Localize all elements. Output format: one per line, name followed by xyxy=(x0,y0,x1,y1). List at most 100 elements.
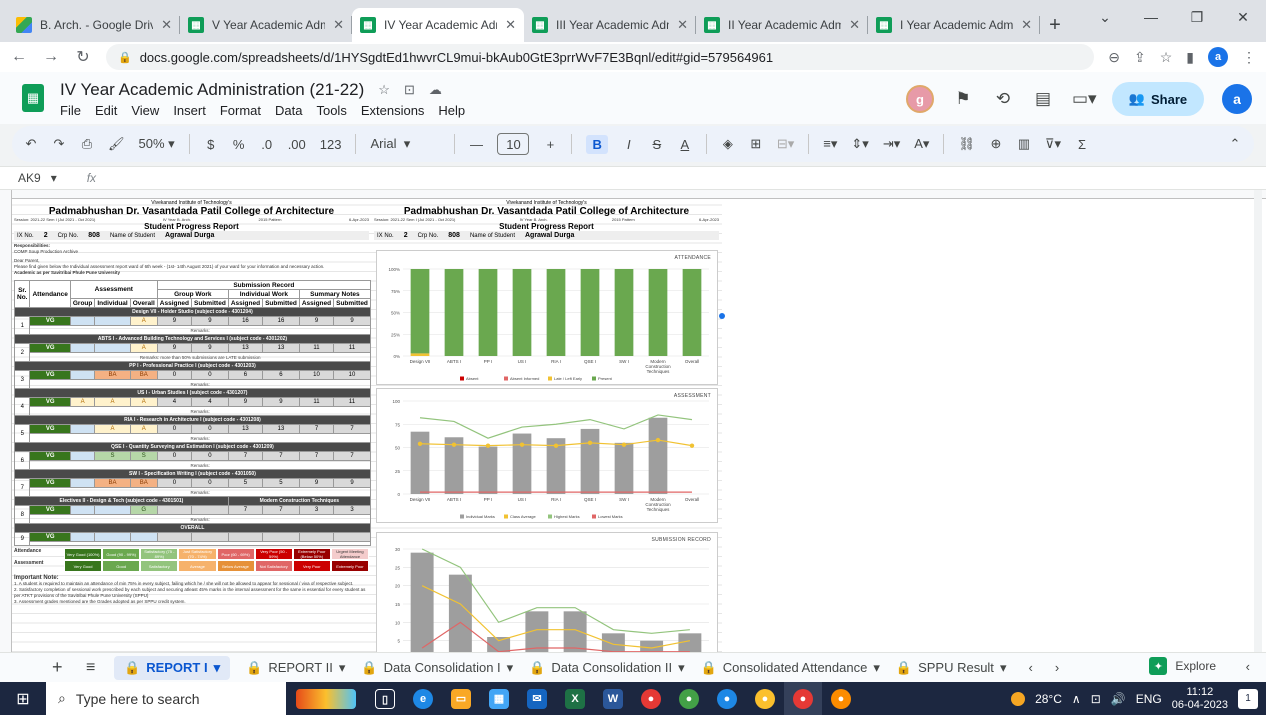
bold-button[interactable]: B xyxy=(586,134,608,154)
menu-extensions[interactable]: Extensions xyxy=(361,103,425,118)
version-history-icon[interactable]: ⟲ xyxy=(992,89,1014,109)
menu-tools[interactable]: Tools xyxy=(316,103,346,118)
decrease-font-size-button[interactable]: — xyxy=(469,137,483,152)
windows-start-icon[interactable]: ⊞ xyxy=(0,682,46,715)
account-avatar[interactable]: a xyxy=(1222,84,1252,114)
clock[interactable]: 11:12 06-04-2023 xyxy=(1172,686,1228,712)
volume-icon[interactable]: 🔊 xyxy=(1111,692,1126,706)
chevron-down-icon[interactable]: ▾ xyxy=(507,660,514,676)
explore-button[interactable]: ✦ Explore xyxy=(1149,657,1216,675)
increase-font-size-button[interactable]: + xyxy=(543,137,557,152)
insert-link-icon[interactable]: ⛓ xyxy=(958,136,975,152)
close-tab-icon[interactable]: ✕ xyxy=(161,17,172,33)
file-explorer-icon[interactable]: ▭ xyxy=(442,682,480,715)
language-indicator[interactable]: ENG xyxy=(1136,692,1162,706)
font-size-field[interactable]: 10 xyxy=(497,133,530,155)
chevron-down-icon[interactable]: ▾ xyxy=(214,660,221,676)
menu-data[interactable]: Data xyxy=(275,103,302,118)
selection-handle[interactable] xyxy=(719,313,725,319)
chrome-profile-5-icon[interactable]: ● xyxy=(784,682,822,715)
present-icon[interactable]: ⚑ xyxy=(952,89,974,109)
document-title[interactable]: IV Year Academic Administration (21-22) xyxy=(60,80,364,100)
italic-button[interactable]: I xyxy=(622,137,636,152)
row-headers[interactable] xyxy=(0,190,12,652)
add-sheet-button[interactable]: + xyxy=(52,657,63,678)
increase-decimal-button[interactable]: .00 xyxy=(288,137,306,152)
browser-tab[interactable]: ▦ III Year Academic Adm ✕ xyxy=(524,8,696,42)
insert-comment-icon[interactable]: ⊕ xyxy=(989,136,1003,152)
side-panel-icon[interactable]: ▮ xyxy=(1186,49,1194,66)
profile-avatar[interactable]: a xyxy=(1208,47,1228,67)
tab-search-icon[interactable]: ⌄ xyxy=(1082,0,1128,34)
undo-icon[interactable]: ↶ xyxy=(24,136,38,152)
side-panel-toggle[interactable]: ‹ xyxy=(1246,659,1250,674)
font-family-select[interactable]: Arial ▾ xyxy=(370,136,440,152)
paint-format-icon[interactable]: 🖌 xyxy=(108,136,125,152)
chrome-profile-4-icon[interactable]: ● xyxy=(746,682,784,715)
chrome-profile-2-icon[interactable]: ● xyxy=(670,682,708,715)
task-view-icon[interactable]: ▯ xyxy=(366,682,404,715)
close-window-button[interactable]: ✕ xyxy=(1220,0,1266,34)
text-color-button[interactable]: A xyxy=(678,137,692,152)
chevron-down-icon[interactable]: ▾ xyxy=(1000,660,1007,676)
share-page-icon[interactable]: ⇪ xyxy=(1134,49,1146,66)
menu-edit[interactable]: Edit xyxy=(95,103,117,118)
browser-tab[interactable]: ▦ IV Year Academic Adm ✕ xyxy=(352,8,524,42)
chevron-down-icon[interactable]: ▾ xyxy=(339,660,346,676)
edge-icon[interactable]: e xyxy=(404,682,442,715)
minimize-button[interactable]: — xyxy=(1128,0,1174,34)
tray-overflow-icon[interactable]: ∧ xyxy=(1072,692,1081,706)
browser-tab[interactable]: B. Arch. - Google Driv ✕ xyxy=(8,8,180,42)
strikethrough-button[interactable]: S xyxy=(650,137,664,152)
chrome-profile-1-icon[interactable]: ● xyxy=(632,682,670,715)
horizontal-align-icon[interactable]: ≡▾ xyxy=(823,136,837,152)
temperature[interactable]: 28°C xyxy=(1035,692,1062,706)
name-box[interactable]: AK9 ▾ xyxy=(18,171,57,185)
close-tab-icon[interactable]: ✕ xyxy=(505,17,516,33)
collaborator-avatar[interactable]: g xyxy=(906,85,934,113)
paint-splash-icon[interactable] xyxy=(286,682,366,715)
percent-format-button[interactable]: % xyxy=(232,137,246,152)
close-tab-icon[interactable]: ✕ xyxy=(1021,17,1032,33)
lock-icon[interactable]: 🔒 xyxy=(118,51,132,64)
chevron-down-icon[interactable]: ▾ xyxy=(678,660,685,676)
forward-icon[interactable]: → xyxy=(42,48,60,66)
mail-icon[interactable]: ✉ xyxy=(518,682,556,715)
column-headers[interactable] xyxy=(0,190,1266,199)
merge-cells-icon[interactable]: ⊟▾ xyxy=(777,136,794,152)
cloud-status-icon[interactable]: ☁ xyxy=(429,82,442,98)
sheet-tab[interactable]: 🔒 Data Consolidation I ▾ xyxy=(361,660,513,676)
new-tab-button[interactable]: + xyxy=(1040,8,1070,42)
currency-format-button[interactable]: $ xyxy=(204,137,218,152)
sheet-tab[interactable]: 🔒 REPORT I ▾ xyxy=(114,655,231,680)
url-field[interactable]: 🔒 docs.google.com/spreadsheets/d/1HYSgdt… xyxy=(106,44,1095,70)
browser-tab[interactable]: ▦ V Year Academic Adm ✕ xyxy=(180,8,352,42)
sheets-logo-icon[interactable]: ▦ xyxy=(22,84,44,112)
all-sheets-button[interactable]: ≡ xyxy=(86,659,95,677)
excel-icon[interactable]: X xyxy=(556,682,594,715)
text-rotation-icon[interactable]: A▾ xyxy=(914,136,929,152)
scroll-tabs-left[interactable]: ‹ xyxy=(1028,660,1032,675)
scroll-tabs-right[interactable]: › xyxy=(1055,660,1059,675)
more-menu-icon[interactable]: ⋮ xyxy=(1242,49,1256,66)
vertical-scrollbar[interactable] xyxy=(1254,190,1262,652)
sheet-tab[interactable]: 🔒 Consolidated Attendance ▾ xyxy=(701,660,880,676)
sheet-tab[interactable]: 🔒 REPORT II ▾ xyxy=(246,660,345,676)
print-icon[interactable]: ⎙ xyxy=(80,136,94,152)
share-button[interactable]: 👥 Share xyxy=(1112,82,1204,116)
back-icon[interactable]: ← xyxy=(10,48,28,66)
functions-icon[interactable]: Σ xyxy=(1075,137,1089,152)
number-format-button[interactable]: 123 xyxy=(320,137,342,152)
chrome-profile-3-icon[interactable]: ● xyxy=(708,682,746,715)
browser-tab[interactable]: ▦ I Year Academic Admi ✕ xyxy=(868,8,1040,42)
vertical-align-icon[interactable]: ⇕▾ xyxy=(851,136,868,152)
menu-insert[interactable]: Insert xyxy=(173,103,206,118)
word-icon[interactable]: W xyxy=(594,682,632,715)
store-icon[interactable]: ▦ xyxy=(480,682,518,715)
menu-format[interactable]: Format xyxy=(220,103,261,118)
reload-icon[interactable]: ↻ xyxy=(74,47,92,67)
menu-view[interactable]: View xyxy=(131,103,159,118)
taskbar-search-field[interactable]: ⌕ Type here to search xyxy=(46,682,286,715)
submission-chart[interactable]: SUBMISSION RECORD 051015202530Design VII… xyxy=(376,532,718,652)
chrome-profile-6-icon[interactable]: ● xyxy=(822,682,860,715)
